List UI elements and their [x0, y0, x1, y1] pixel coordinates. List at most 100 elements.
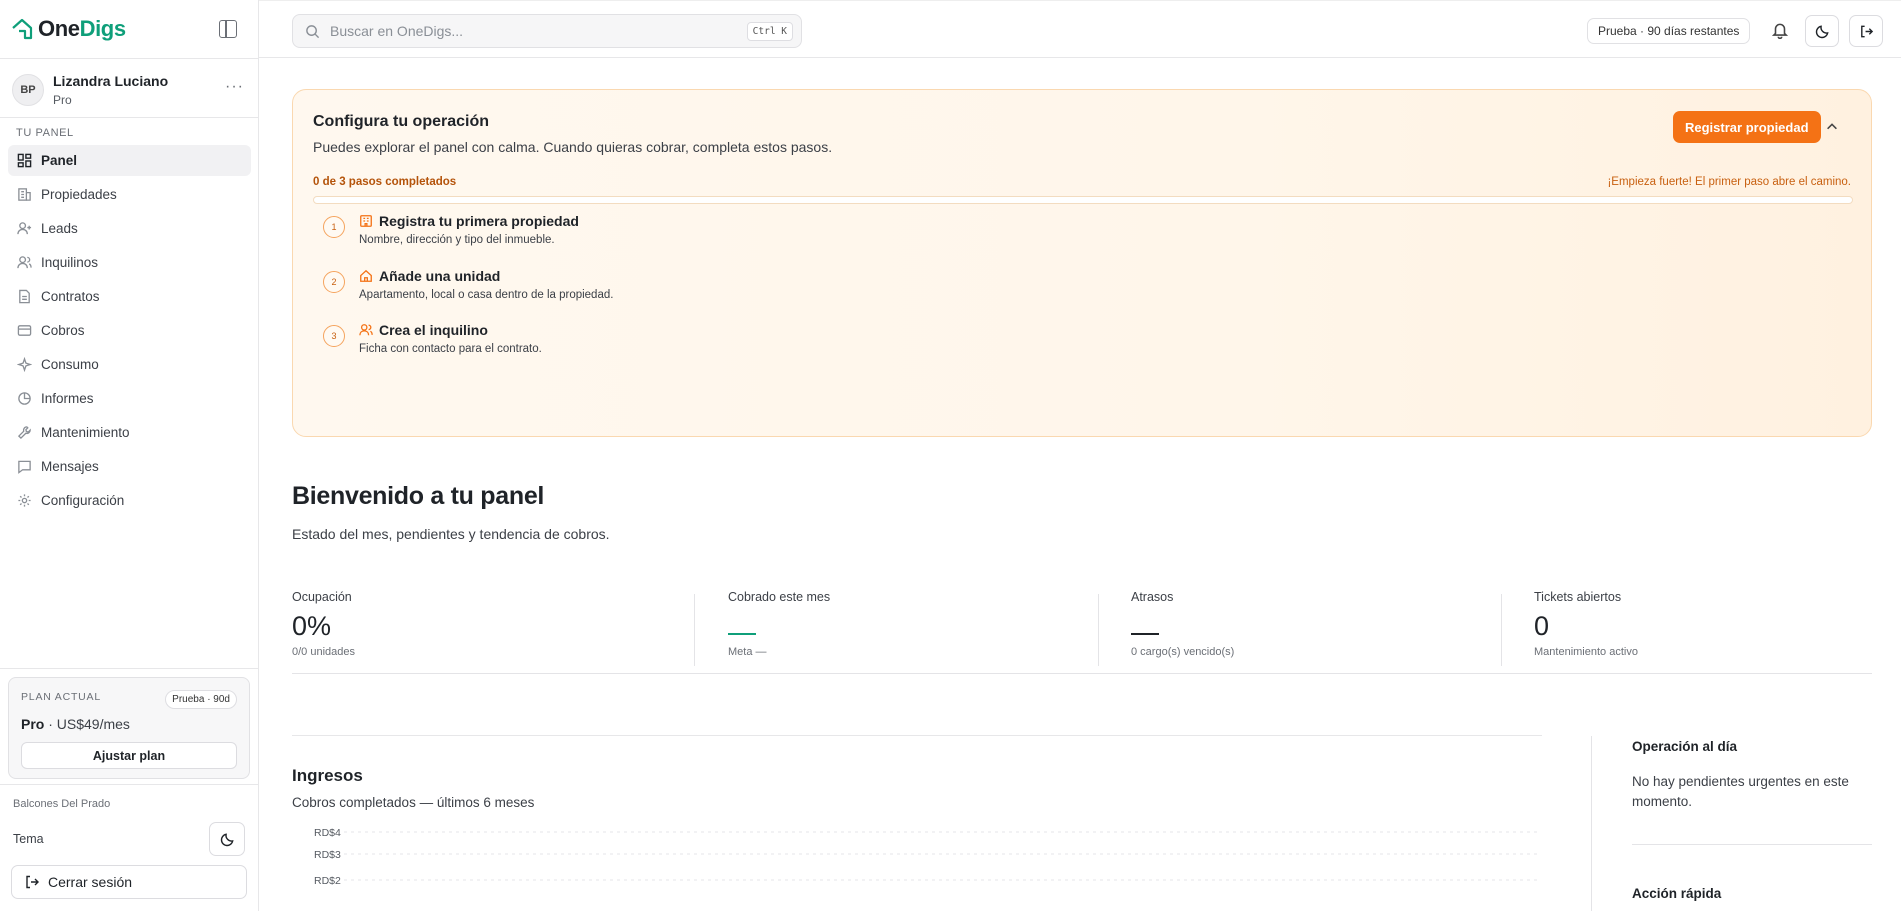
main-content: Configura tu operación Puedes explorar e…	[259, 58, 1901, 911]
users-icon	[359, 324, 373, 336]
kpi-value-dash: —	[1131, 633, 1159, 635]
sidebar-item-panel[interactable]: Panel	[8, 145, 251, 176]
sidebar-item-leads[interactable]: Leads	[8, 213, 251, 244]
kpi-value: —	[728, 611, 830, 641]
chevron-up-icon[interactable]	[1825, 120, 1839, 134]
moon-icon	[1815, 24, 1829, 38]
gear-icon	[17, 493, 32, 508]
trial-badge[interactable]: Prueba · 90 días restantes	[1587, 18, 1751, 44]
plan-badge: Prueba · 90d	[165, 690, 237, 709]
kpi-label: Tickets abiertos	[1534, 590, 1622, 604]
kpi-note: Meta —	[728, 646, 767, 658]
topbar: Buscar en OneDigs... Ctrl K Prueba · 90 …	[259, 0, 1901, 58]
sidebar-item-cobros[interactable]: Cobros	[8, 315, 251, 346]
search-input[interactable]: Buscar en OneDigs... Ctrl K	[292, 14, 802, 48]
sidebar-nav: Panel Propiedades Leads Inquilinos Contr…	[8, 145, 251, 519]
theme-label: Tema	[13, 832, 44, 846]
kpi-tickets: Tickets abiertos 0 Mantenimiento activo	[1534, 590, 1638, 666]
kpi-note: 0 cargo(s) vencido(s)	[1131, 646, 1235, 658]
register-property-button[interactable]: Registrar propiedad	[1673, 111, 1821, 143]
more-options-icon[interactable]: ···	[225, 78, 244, 96]
onboarding-step[interactable]: 2 Añade una unidad Apartamento, local o …	[323, 267, 923, 307]
user-menu[interactable]: BP Lizandra Luciano Pro ···	[12, 70, 248, 110]
progress-bar	[313, 196, 1853, 204]
operations-text: No hay pendientes urgentes en este momen…	[1632, 774, 1849, 809]
divider	[1591, 736, 1592, 911]
logout-button[interactable]	[1849, 15, 1883, 47]
organization-name: Balcones Del Prado	[13, 798, 111, 810]
operations-title: Operación al día	[1632, 739, 1738, 754]
theme-toggle-button[interactable]	[209, 822, 245, 856]
kpi-value: —	[1131, 611, 1234, 641]
step-number: 3	[323, 325, 345, 347]
sidebar-item-label: Panel	[41, 153, 78, 168]
quick-action-title: Acción rápida	[1632, 886, 1722, 901]
y-tick-label: RD$3	[314, 849, 341, 861]
house-logo-icon	[12, 18, 33, 40]
sidebar-item-label: Mantenimiento	[41, 425, 130, 440]
divider	[292, 735, 1542, 736]
kpi-value-dash: —	[728, 633, 756, 635]
sidebar-item-mensajes[interactable]: Mensajes	[8, 451, 251, 482]
adjust-plan-button[interactable]: Ajustar plan	[21, 742, 237, 769]
theme-toggle-button[interactable]	[1805, 15, 1839, 47]
kpi-label: Ocupación	[292, 590, 352, 604]
step-number: 1	[323, 216, 345, 238]
step-number: 2	[323, 271, 345, 293]
plan-price: Pro · US$49/mes	[21, 716, 130, 732]
divider	[694, 594, 695, 666]
moon-icon	[220, 832, 234, 846]
page-title: Bienvenido a tu panel	[292, 482, 545, 510]
sidebar-item-propiedades[interactable]: Propiedades	[8, 179, 251, 210]
plan-label: PLAN ACTUAL	[21, 691, 101, 703]
home-icon	[360, 269, 372, 282]
sidebar-collapse-icon[interactable]	[219, 20, 237, 38]
step-description: Nombre, dirección y tipo del inmueble.	[359, 234, 555, 246]
building-icon	[360, 215, 372, 227]
onboarding-step[interactable]: 3 Crea el inquilino Ficha con contacto p…	[323, 321, 923, 361]
sidebar-item-label: Leads	[41, 221, 78, 236]
kpi-row: Ocupación 0% 0/0 unidades Cobrado este m…	[292, 590, 1872, 674]
y-tick-label: RD$4	[314, 827, 341, 839]
document-icon	[17, 289, 32, 304]
bell-icon[interactable]	[1771, 21, 1789, 39]
page-subtitle: Estado del mes, pendientes y tendencia d…	[292, 526, 610, 542]
grid-icon	[17, 153, 32, 168]
divider	[1098, 594, 1099, 666]
sidebar-item-consumo[interactable]: Consumo	[8, 349, 251, 380]
divider	[1632, 844, 1872, 845]
sidebar-item-label: Informes	[41, 391, 94, 406]
sidebar-item-informes[interactable]: Informes	[8, 383, 251, 414]
onboarding-step[interactable]: 1 Registra tu primera propiedad Nombre, …	[323, 212, 923, 252]
sidebar-item-configuracion[interactable]: Configuración	[8, 485, 251, 516]
y-tick-label: RD$2	[314, 875, 341, 887]
sidebar-item-contratos[interactable]: Contratos	[8, 281, 251, 312]
logout-icon	[26, 875, 39, 889]
kpi-collected: Cobrado este mes — Meta —	[728, 590, 830, 666]
sidebar-item-inquilinos[interactable]: Inquilinos	[8, 247, 251, 278]
divider	[0, 58, 259, 59]
logout-button[interactable]: Cerrar sesión	[11, 865, 247, 899]
sidebar-item-label: Configuración	[41, 493, 125, 508]
step-title: Crea el inquilino	[379, 322, 488, 338]
logout-label: Cerrar sesión	[48, 874, 133, 890]
sidebar-item-label: Inquilinos	[41, 255, 99, 270]
income-subtitle: Cobros completados — últimos 6 meses	[292, 795, 535, 810]
step-description: Apartamento, local o casa dentro de la p…	[359, 289, 614, 301]
search-icon	[306, 24, 320, 38]
brand-logo[interactable]: OneDigs	[10, 14, 126, 44]
user-plan: Pro	[53, 93, 72, 107]
kpi-value: 0	[1534, 611, 1550, 641]
avatar: BP	[12, 74, 44, 106]
progress-message: ¡Empieza fuerte! El primer paso abre el …	[1607, 176, 1851, 188]
app-root: OneDigs BP Lizandra Luciano Pro ··· TU P…	[0, 0, 1901, 911]
onboarding-subtitle: Puedes explorar el panel con calma. Cuan…	[313, 139, 833, 155]
keyboard-shortcut: Ctrl K	[746, 22, 793, 41]
step-title: Añade una unidad	[379, 268, 501, 284]
kpi-occupancy: Ocupación 0% 0/0 unidades	[292, 590, 355, 666]
nav-section-label: TU PANEL	[16, 127, 74, 139]
search-placeholder: Buscar en OneDigs...	[330, 23, 464, 39]
user-plus-icon	[17, 221, 32, 236]
user-name: Lizandra Luciano	[53, 73, 169, 89]
sidebar-item-mantenimiento[interactable]: Mantenimiento	[8, 417, 251, 448]
